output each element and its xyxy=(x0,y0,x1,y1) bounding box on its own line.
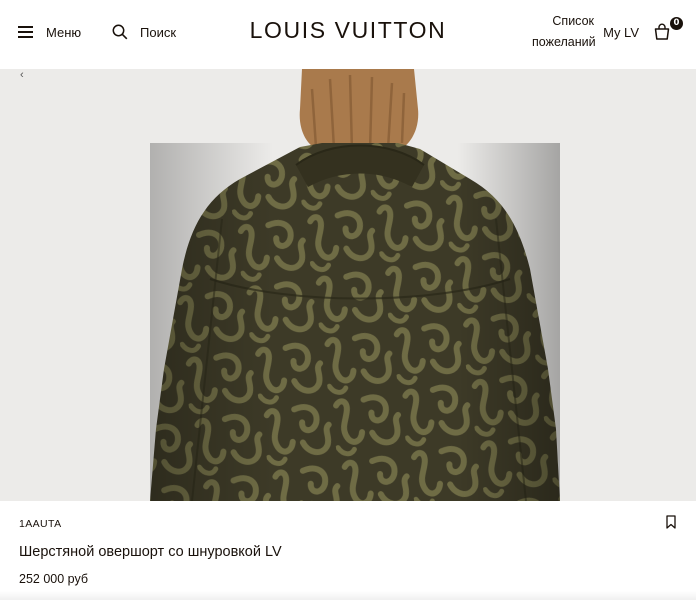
my-lv-link[interactable]: My LV xyxy=(603,22,639,42)
product-image[interactable]: ‹ xyxy=(0,69,696,501)
site-header: Меню Поиск LOUIS VUITTON Список пожелани… xyxy=(0,0,696,69)
shopping-bag-button[interactable]: 0 xyxy=(654,17,683,42)
wishlist-label-line2: пожеланий xyxy=(532,35,596,49)
product-photo xyxy=(150,69,560,501)
wishlist-label-line1: Список xyxy=(552,14,594,28)
bookmark-icon[interactable] xyxy=(666,515,676,529)
shopping-bag-icon xyxy=(654,23,670,40)
product-title[interactable]: Шерстяной овершорт со шнуровкой LV xyxy=(19,544,282,560)
bag-count-badge: 0 xyxy=(670,17,683,30)
my-lv-label: My LV xyxy=(603,24,639,40)
back-arrow-icon[interactable]: ‹ xyxy=(20,69,24,81)
product-sku: 1AAUTA xyxy=(19,518,62,530)
bottom-shadow xyxy=(0,591,696,600)
product-price: 252 000 руб xyxy=(19,572,89,586)
product-info: 1AAUTA Шерстяной овершорт со шнуровкой L… xyxy=(0,501,696,600)
wishlist-link[interactable]: Список пожеланий xyxy=(532,11,596,53)
